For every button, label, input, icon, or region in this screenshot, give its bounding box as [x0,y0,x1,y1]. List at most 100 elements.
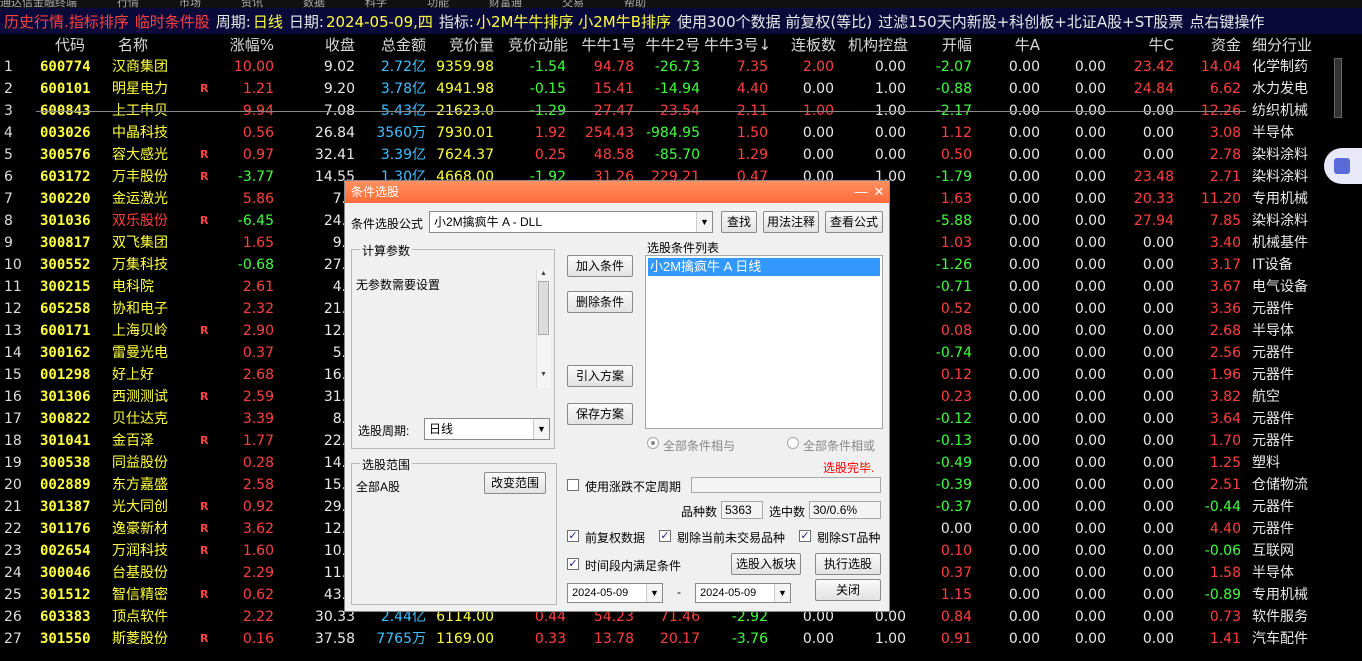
cycle-checkbox-label[interactable]: 使用涨跌不定周期 [585,478,681,495]
params-scrollbar[interactable]: ▲ ▼ [536,270,550,388]
col-niu1[interactable]: 牛牛1号 [576,34,636,56]
time-checkbox-label[interactable]: 时间段内满足条件 [585,557,681,574]
col-amount[interactable]: 总金额 [360,34,426,56]
niu-a-value: 0.00 [1008,235,1040,251]
col-niu-a[interactable]: 牛A [990,34,1040,56]
menu-item[interactable]: 行情 [117,0,139,8]
industry: 互联网 [1252,543,1294,559]
radio-all-or[interactable] [787,437,799,449]
exclude-st-checkbox[interactable]: ✓ [799,530,811,542]
total-amount: 3560万 [376,125,426,141]
col-bid-momentum[interactable]: 竞价动能 [500,34,568,56]
save-scheme-button[interactable]: 保存方案 [567,403,633,425]
table-row[interactable]: 1 600774 汉商集团 10.00 9.02 2.72亿 9359.98 -1.54 94.… [0,56,1362,78]
usage-button[interactable]: 用法注释 [763,211,819,233]
minimize-icon[interactable]: — [853,181,869,203]
fund-value: 3.17 [1209,257,1241,273]
to-block-button[interactable]: 选股入板块 [731,553,801,575]
scroll-down-icon[interactable]: ▼ [537,371,550,378]
stock-code: 301176 [40,521,91,537]
fund-value: 1.96 [1209,367,1241,383]
niu-a-value: 0.00 [1008,125,1040,141]
col-niu-b[interactable] [1056,34,1106,56]
scroll-up-icon[interactable]: ▲ [537,270,550,277]
cycle-input[interactable] [691,477,881,493]
close-button[interactable]: 关闭 [815,579,881,601]
fq-checkbox[interactable]: ✓ [567,530,579,542]
open-change: -0.71 [935,279,972,295]
col-change[interactable]: 涨幅% [220,34,274,56]
import-scheme-button[interactable]: 引入方案 [567,365,633,387]
radio-all-or-label[interactable]: 全部条件相或 [803,437,875,454]
condition-list[interactable]: 小2M擒疯牛 A 日线 [645,255,883,429]
delete-condition-button[interactable]: 删除条件 [567,291,633,313]
col-niu2[interactable]: 牛牛2号 [640,34,700,56]
menu-item[interactable]: 科学 [365,0,387,8]
total-amount: 2.72亿 [380,59,426,75]
open-change: 0.12 [940,367,972,383]
chat-icon [1334,158,1350,174]
exclude-today-checkbox-label[interactable]: 剔除当前未交易品种 [677,529,785,546]
date-from-select[interactable]: 2024-05-09 ▼ [567,583,663,603]
view-formula-button[interactable]: 查看公式 [825,211,883,233]
menu-item[interactable]: 功能 [427,0,449,8]
menu-item[interactable]: 数据 [303,0,325,8]
find-button[interactable]: 查找 [721,211,757,233]
niu-c-value: 0.00 [1142,147,1174,163]
chevron-down-icon[interactable]: ▼ [774,584,790,602]
menu-item[interactable]: 市场 [179,0,201,8]
col-open-change[interactable]: 开幅 [920,34,972,56]
close-icon[interactable]: ✕ [871,181,887,203]
menu-item[interactable]: 帮助 [624,0,646,8]
col-fund[interactable]: 资金 [1186,34,1241,56]
col-code[interactable]: 代码 [40,34,100,56]
scroll-thumb[interactable] [538,281,549,335]
niu-a-value: 0.00 [1008,587,1040,603]
add-condition-button[interactable]: 加入条件 [567,255,633,277]
radio-all-and[interactable] [647,437,659,449]
col-niu-c[interactable]: 牛C [1120,34,1174,56]
chevron-down-icon[interactable]: ▼ [533,419,549,439]
floating-assistant-button[interactable] [1324,148,1362,184]
fq-checkbox-label[interactable]: 前复权数据 [585,529,645,546]
formula-select[interactable]: 小2M擒疯牛 A - DLL ▼ [429,211,713,233]
exclude-st-checkbox-label[interactable]: 剔除ST品种 [817,529,880,546]
cycle-checkbox[interactable] [567,479,579,491]
exclude-today-checkbox[interactable]: ✓ [659,530,671,542]
change-range-button[interactable]: 改变范围 [484,472,546,494]
menu-item[interactable]: 资讯 [241,0,263,8]
chevron-down-icon[interactable]: ▼ [646,584,662,602]
table-row[interactable]: 27 301550 斯菱股份 R 0.16 37.58 7765万 1169.00 0.33 13… [0,628,1362,650]
niu-a-value: 0.00 [1008,565,1040,581]
period-select[interactable]: 日线 ▼ [424,418,550,440]
niu-b-value: 0.00 [1074,125,1106,141]
niu3-value: 7.35 [736,59,768,75]
col-name[interactable]: 名称 [118,34,198,56]
scrollbar[interactable] [1334,58,1342,118]
date-to-select[interactable]: 2024-05-09 ▼ [695,583,791,603]
stock-name: 好上好 [112,367,154,383]
condition-list-item[interactable]: 小2M擒疯牛 A 日线 [648,258,880,276]
fund-value: 4.40 [1209,521,1241,537]
radio-all-and-label[interactable]: 全部条件相与 [663,437,735,454]
table-row[interactable]: 5 300576 容大感光 R 0.97 32.41 3.39亿 7624.37 0.25 48.… [0,144,1362,166]
table-row[interactable]: 4 003026 中晶科技 0.56 26.84 3560万 7930.01 1.92 254.… [0,122,1362,144]
col-institution[interactable]: 机构控盘 [842,34,908,56]
col-close[interactable]: 收盘 [290,34,355,56]
time-checkbox[interactable]: ✓ [567,558,579,570]
col-limit-up-count[interactable]: 连板数 [786,34,836,56]
row-index: 3 [4,103,13,119]
col-industry[interactable]: 细分行业 [1252,34,1352,56]
menu-item[interactable]: 通达信金融终端 [0,0,77,8]
menu-item[interactable]: 交易 [562,0,584,8]
chevron-down-icon[interactable]: ▼ [696,212,712,232]
col-niu3[interactable]: 牛牛3号↓ [704,34,771,56]
run-select-button[interactable]: 执行选股 [815,553,881,575]
menu-item[interactable]: 财富通 [489,0,522,8]
niu-c-value: 0.00 [1142,411,1174,427]
change-pct: 0.97 [242,147,274,163]
change-pct: 5.86 [242,191,274,207]
limit-up-count: 2.00 [802,59,834,75]
col-bid-volume[interactable]: 竞价量 [436,34,494,56]
table-row[interactable]: 2 600101 明星电力 R 1.21 9.20 3.78亿 4941.98 -0.15 15.… [0,78,1362,100]
